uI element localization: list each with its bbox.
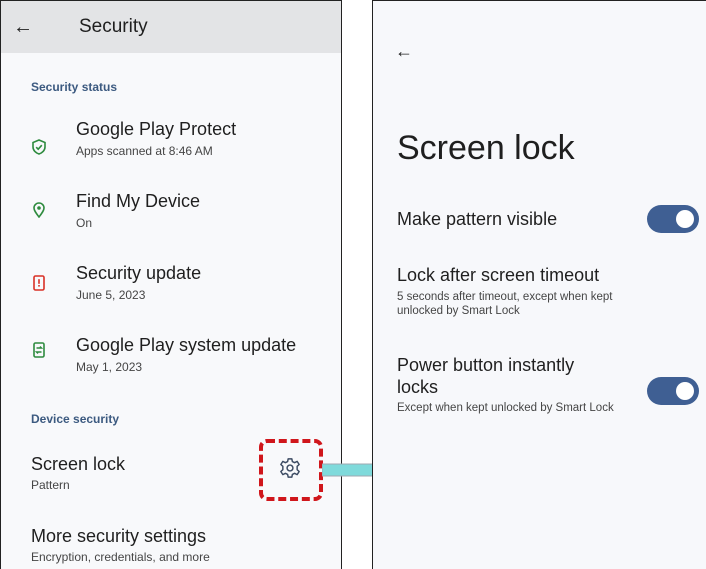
section-device-security: Device security xyxy=(31,412,120,426)
make-pattern-visible-toggle[interactable] xyxy=(647,205,699,233)
list-item-title: Find My Device xyxy=(76,191,201,211)
page-title: Screen lock xyxy=(397,129,575,167)
back-arrow-icon[interactable]: ← xyxy=(13,17,33,37)
power-button-locks-toggle[interactable] xyxy=(647,377,699,405)
toggle-knob xyxy=(676,382,694,400)
list-item-subtitle: Pattern xyxy=(31,478,70,492)
list-item-title: Screen lock xyxy=(31,454,126,474)
list-item-title: Google Play Protect xyxy=(76,119,237,139)
phone-alert-icon xyxy=(33,275,45,291)
list-item-subtitle: June 5, 2023 xyxy=(76,288,146,302)
setting-title: Lock after screen timeout xyxy=(397,265,600,285)
list-item-title: Security update xyxy=(76,263,202,283)
back-arrow-icon[interactable]: ← xyxy=(395,41,413,61)
list-item-subtitle: Apps scanned at 8:46 AM xyxy=(76,144,213,158)
app-bar: ← Security xyxy=(1,1,341,53)
section-security-status: Security status xyxy=(31,80,118,94)
list-item-subtitle: Encryption, credentials, and more xyxy=(31,550,210,564)
setting-subtitle: Except when kept unlocked by Smart Lock xyxy=(397,402,614,414)
toggle-knob xyxy=(676,210,694,228)
setting-title: Power button instantly locks xyxy=(397,355,575,397)
list-item-subtitle: On xyxy=(76,216,93,230)
list-item-subtitle: May 1, 2023 xyxy=(76,360,143,374)
setting-title: Make pattern visible xyxy=(397,209,558,229)
shield-check-icon xyxy=(32,139,46,155)
phone-update-icon xyxy=(33,342,45,358)
security-screen: ← Security Security status Google Play P… xyxy=(0,0,342,569)
list-item-title: Google Play system update xyxy=(76,335,297,355)
screen-lock-screen: ← Screen lock Make pattern visible Lock … xyxy=(372,0,706,569)
location-pin-icon xyxy=(33,202,45,218)
setting-subtitle: 5 seconds after timeout, except when kep… xyxy=(397,291,613,317)
list-item-title: More security settings xyxy=(31,526,207,546)
gear-icon xyxy=(280,458,300,478)
screen-lock-settings-button[interactable] xyxy=(259,439,323,501)
page-title: Security xyxy=(79,16,148,37)
